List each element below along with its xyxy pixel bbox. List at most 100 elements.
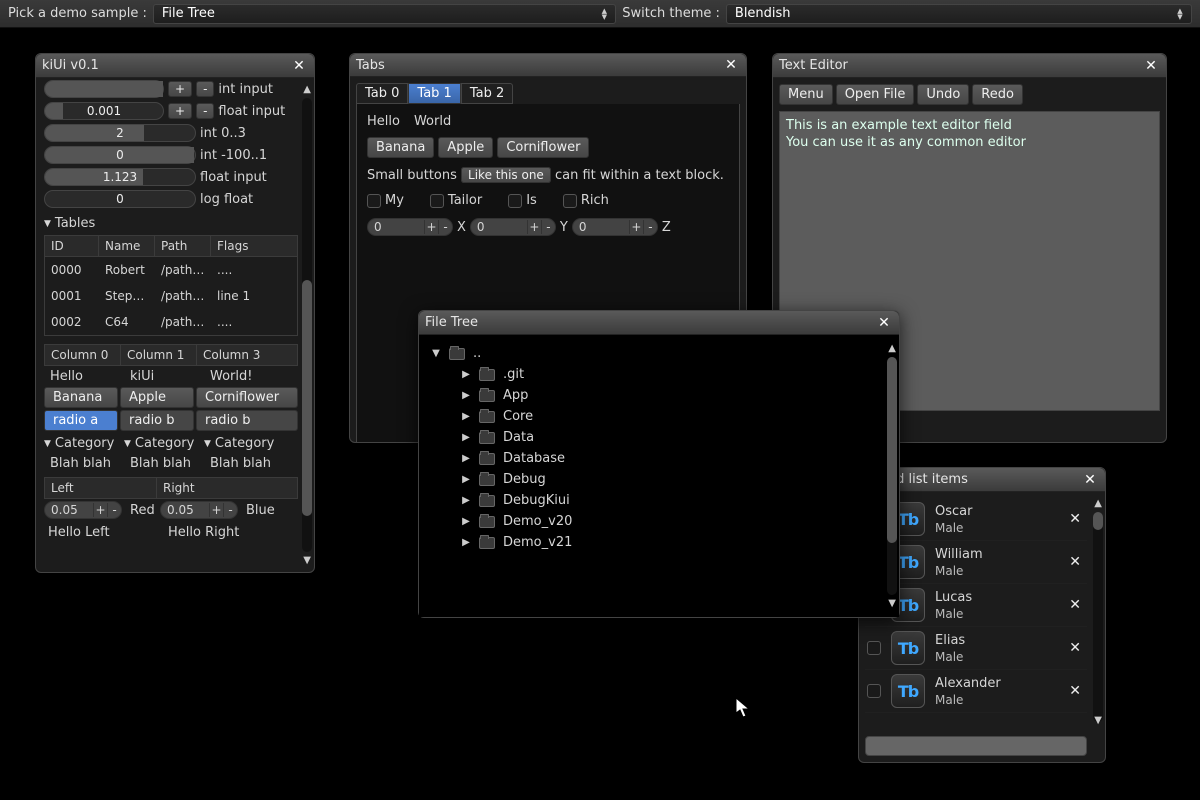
caret-right-icon: ▶ [461, 516, 471, 527]
scrollbar[interactable] [887, 357, 897, 595]
logfloat-slider[interactable]: 0 [44, 190, 196, 208]
tab-0[interactable]: Tab 0 [356, 83, 408, 104]
titlebar[interactable]: File Tree ✕ [419, 311, 899, 335]
theme-dropdown[interactable]: Blendish ▲▼ [726, 4, 1192, 24]
scroll-down-icon[interactable]: ▼ [303, 555, 311, 566]
titlebar[interactable]: kiUi v0.1 ✕ [36, 54, 314, 78]
caret-down-icon: ▼ [44, 219, 51, 229]
tab-2[interactable]: Tab 2 [461, 83, 513, 104]
radio-b2[interactable]: radio b [196, 410, 298, 431]
close-icon[interactable]: ✕ [290, 57, 308, 75]
scrollbar[interactable] [302, 98, 312, 552]
table-demo: ID Name Path Flags 0000Robert/path/rob..… [44, 235, 298, 336]
y-input[interactable]: 0+- [470, 218, 556, 236]
folder-icon [479, 537, 495, 549]
remove-icon[interactable]: ✕ [1065, 679, 1085, 703]
corniflower-button[interactable]: Corniflower [497, 137, 589, 158]
float2-slider[interactable]: 1.123 [44, 168, 196, 186]
window-file-tree: File Tree ✕ ▼ .. ▶.git▶App▶Core▶Data▶Dat… [418, 310, 900, 618]
tree-item[interactable]: ▶Demo_v21 [461, 532, 879, 553]
tab-1[interactable]: Tab 1 [408, 83, 460, 104]
list-item[interactable]: TbEliasMale✕ [865, 627, 1087, 670]
checkbox[interactable] [867, 641, 881, 655]
open-file-button[interactable]: Open File [836, 84, 915, 105]
folder-icon [449, 348, 465, 360]
close-icon[interactable]: ✕ [1081, 471, 1099, 489]
scroll-down-icon[interactable]: ▼ [1094, 715, 1102, 726]
caret-right-icon: ▶ [461, 390, 471, 401]
table-row: 0000Robert/path/rob.... [45, 257, 297, 283]
right-numeric[interactable]: 0.05+- [160, 501, 238, 519]
close-icon[interactable]: ✕ [1142, 57, 1160, 75]
float-input-label: float input [218, 104, 285, 119]
checkbox-is[interactable] [508, 194, 522, 208]
minus-button[interactable]: - [196, 103, 214, 119]
scroll-down-icon[interactable]: ▼ [888, 598, 896, 609]
plus-button[interactable]: + [168, 103, 192, 119]
banana-button[interactable]: Banana [44, 387, 118, 408]
scroll-up-icon[interactable]: ▲ [888, 343, 896, 354]
close-icon[interactable]: ✕ [875, 314, 893, 332]
scroll-up-icon[interactable]: ▲ [303, 84, 311, 95]
corniflower-button[interactable]: Corniflower [196, 387, 298, 408]
apple-button[interactable]: Apple [120, 387, 194, 408]
radio-a[interactable]: radio a [44, 410, 118, 431]
int03-slider[interactable]: 2 [44, 124, 196, 142]
scrollbar[interactable] [1093, 512, 1103, 722]
apple-button[interactable]: Apple [438, 137, 493, 158]
tree-item[interactable]: ▶Database [461, 448, 879, 469]
plus-button[interactable]: + [168, 81, 192, 97]
folder-icon [479, 432, 495, 444]
window-title: Tabs [356, 58, 385, 73]
tree-item[interactable]: ▶App [461, 385, 879, 406]
caret-right-icon: ▶ [461, 453, 471, 464]
remove-icon[interactable]: ✕ [1065, 636, 1085, 660]
checkbox-rich[interactable] [563, 194, 577, 208]
remove-icon[interactable]: ✕ [1065, 593, 1085, 617]
checkbox-tailor[interactable] [430, 194, 444, 208]
list-item-name: Elias [935, 633, 1055, 648]
tree-item[interactable]: ▶Data [461, 427, 879, 448]
demo-dropdown[interactable]: File Tree ▲▼ [153, 4, 616, 24]
caret-down-icon: ▼ [431, 348, 441, 359]
list-item[interactable]: TbAlexanderMale✕ [865, 670, 1087, 713]
redo-button[interactable]: Redo [972, 84, 1023, 105]
inline-button[interactable]: Like this one [461, 167, 551, 183]
menu-button[interactable]: Menu [779, 84, 833, 105]
float-input-slider[interactable]: 0.001 [44, 102, 164, 120]
dropdown-arrows-icon: ▲▼ [1173, 5, 1187, 23]
list-filter-input[interactable] [865, 736, 1087, 756]
tree-item[interactable]: ▶.git [461, 364, 879, 385]
checkbox-my[interactable] [367, 194, 381, 208]
left-numeric[interactable]: 0.05+- [44, 501, 122, 519]
scroll-up-icon[interactable]: ▲ [1094, 498, 1102, 509]
theme-dropdown-value: Blendish [735, 6, 791, 21]
titlebar[interactable]: Text Editor ✕ [773, 54, 1166, 78]
top-bar: Pick a demo sample : File Tree ▲▼ Switch… [0, 0, 1200, 28]
remove-icon[interactable]: ✕ [1065, 550, 1085, 574]
tree-item[interactable]: ▶Debug [461, 469, 879, 490]
banana-button[interactable]: Banana [367, 137, 434, 158]
remove-icon[interactable]: ✕ [1065, 507, 1085, 531]
tree-item[interactable]: ▶Core [461, 406, 879, 427]
x-input[interactable]: 0+- [367, 218, 453, 236]
folder-icon [479, 474, 495, 486]
undo-button[interactable]: Undo [917, 84, 969, 105]
folder-icon [479, 495, 495, 507]
tables-section[interactable]: ▼ Tables [44, 214, 298, 233]
close-icon[interactable]: ✕ [722, 56, 740, 74]
tree-item[interactable]: ▶Demo_v20 [461, 511, 879, 532]
int100-slider[interactable]: 0 [44, 146, 196, 164]
minus-button[interactable]: - [196, 81, 214, 97]
radio-b[interactable]: radio b [120, 410, 194, 431]
checkbox[interactable] [867, 684, 881, 698]
list-item-sub: Male [935, 607, 1055, 621]
caret-right-icon: ▶ [461, 432, 471, 443]
z-input[interactable]: 0+- [572, 218, 658, 236]
titlebar[interactable]: Tabs ✕ [350, 54, 746, 77]
list-item-sub: Male [935, 521, 1055, 535]
list-item-name: Oscar [935, 504, 1055, 519]
tree-root[interactable]: ▼ .. [431, 343, 879, 364]
caret-right-icon: ▶ [461, 474, 471, 485]
tree-item[interactable]: ▶DebugKiui [461, 490, 879, 511]
